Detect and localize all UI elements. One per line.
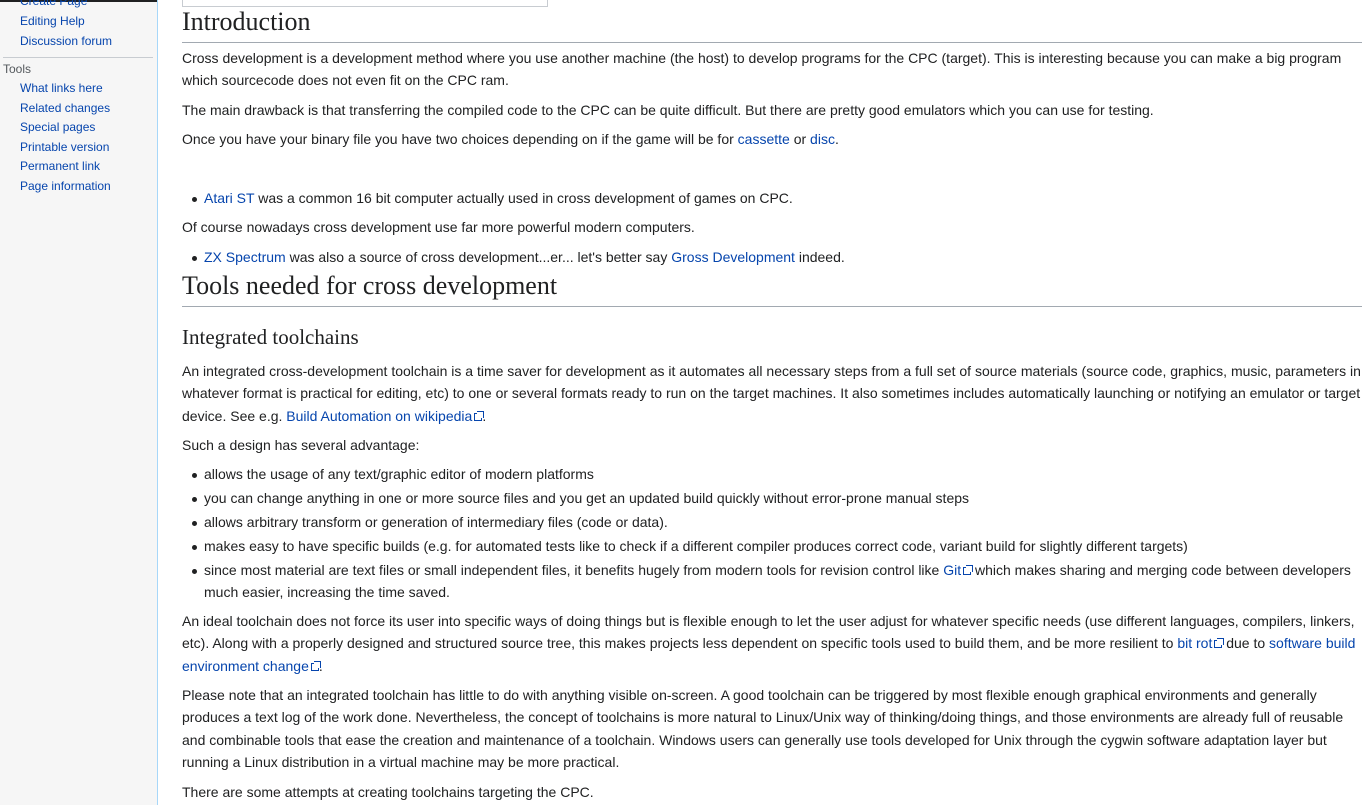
adv5-text: since most material are text files or sm…: [204, 561, 944, 578]
link-disc[interactable]: disc: [810, 131, 835, 147]
list-item: allows the usage of any text/graphic edi…: [192, 463, 1367, 485]
list-item: since most material are text files or sm…: [192, 559, 1367, 604]
link-bit-rot[interactable]: bit rot: [1177, 635, 1225, 652]
intro-p3-text: Once you have your binary file you have …: [182, 131, 738, 147]
toolchain-p3-mid: due to: [1222, 635, 1270, 652]
list-item: makes easy to have specific builds (e.g.…: [192, 535, 1367, 557]
toolchain-paragraph-2: Such a design has several advantage:: [182, 437, 420, 453]
sidebar: Create Page Editing Help Discussion foru…: [0, 0, 157, 805]
sidebar-link-page-information[interactable]: Page information: [20, 179, 111, 193]
heading-integrated-toolchains: Integrated toolchains: [182, 325, 359, 349]
intro-paragraph-1: Cross development is a development metho…: [182, 50, 1342, 89]
link-bit-rot-label: bit rot: [1177, 635, 1213, 652]
intro-p3-end: .: [834, 131, 839, 147]
external-link-icon: [963, 564, 974, 575]
sidebar-link-permanent-link[interactable]: Permanent link: [20, 159, 100, 173]
atari-list: Atari ST was a common 16 bit computer ac…: [182, 187, 1367, 211]
link-atari-st[interactable]: Atari ST: [204, 190, 254, 206]
intro-paragraph-4: Of course nowadays cross development use…: [182, 219, 695, 235]
sidebar-divider: [3, 57, 153, 58]
spectrum-list: ZX Spectrum was also a source of cross d…: [182, 246, 1367, 270]
link-gross-development[interactable]: Gross Development: [671, 249, 795, 265]
toolchain-paragraph-5: There are some attempts at creating tool…: [182, 784, 594, 800]
sidebar-link-printable-version[interactable]: Printable version: [20, 140, 109, 154]
toolchain-paragraph-3: An ideal toolchain does not force its us…: [182, 610, 1362, 677]
link-git[interactable]: Git: [943, 561, 974, 578]
intro-p3-or: or: [789, 131, 811, 147]
sidebar-link-related-changes[interactable]: Related changes: [20, 101, 110, 115]
heading-tools-needed: Tools needed for cross development: [182, 270, 1362, 307]
link-cassette[interactable]: cassette: [738, 131, 790, 147]
toolchain-paragraph-1: An integrated cross-development toolchai…: [182, 360, 1362, 427]
advantages-list: allows the usage of any text/graphic edi…: [182, 463, 1367, 605]
external-link-icon: [1214, 638, 1225, 649]
link-git-label: Git: [943, 561, 962, 578]
sidebar-heading-tools: Tools: [3, 62, 32, 76]
sidebar-link-what-links-here[interactable]: What links here: [20, 81, 103, 95]
list-item: Atari ST was a common 16 bit computer ac…: [192, 187, 1367, 209]
spectrum-text: was also a source of cross development..…: [285, 249, 672, 265]
list-item: allows arbitrary transform or generation…: [192, 511, 1367, 533]
atari-text: was a common 16 bit computer actually us…: [254, 190, 793, 206]
list-item: ZX Spectrum was also a source of cross d…: [192, 246, 1367, 268]
link-zx-spectrum[interactable]: ZX Spectrum: [204, 249, 286, 265]
intro-paragraph-3: Once you have your binary file you have …: [182, 128, 1362, 150]
link-build-automation[interactable]: Build Automation on wikipedia: [286, 407, 485, 424]
toolchain-paragraph-4: Please note that an integrated toolchain…: [182, 687, 1344, 771]
external-link-icon: [310, 660, 321, 671]
spectrum-end: indeed.: [794, 249, 845, 265]
link-build-automation-label: Build Automation on wikipedia: [286, 407, 473, 424]
heading-introduction: Introduction: [182, 6, 1362, 43]
article-content: Introduction Cross development is a deve…: [157, 0, 1367, 805]
sidebar-link-create-page[interactable]: Create Page: [20, 0, 87, 8]
sidebar-link-editing-help[interactable]: Editing Help: [20, 14, 85, 28]
sidebar-link-discussion-forum[interactable]: Discussion forum: [20, 34, 112, 48]
list-item: you can change anything in one or more s…: [192, 487, 1367, 509]
sidebar-link-special-pages[interactable]: Special pages: [20, 120, 95, 134]
intro-paragraph-2: The main drawback is that transferring t…: [182, 102, 1154, 118]
external-link-icon: [474, 410, 485, 421]
